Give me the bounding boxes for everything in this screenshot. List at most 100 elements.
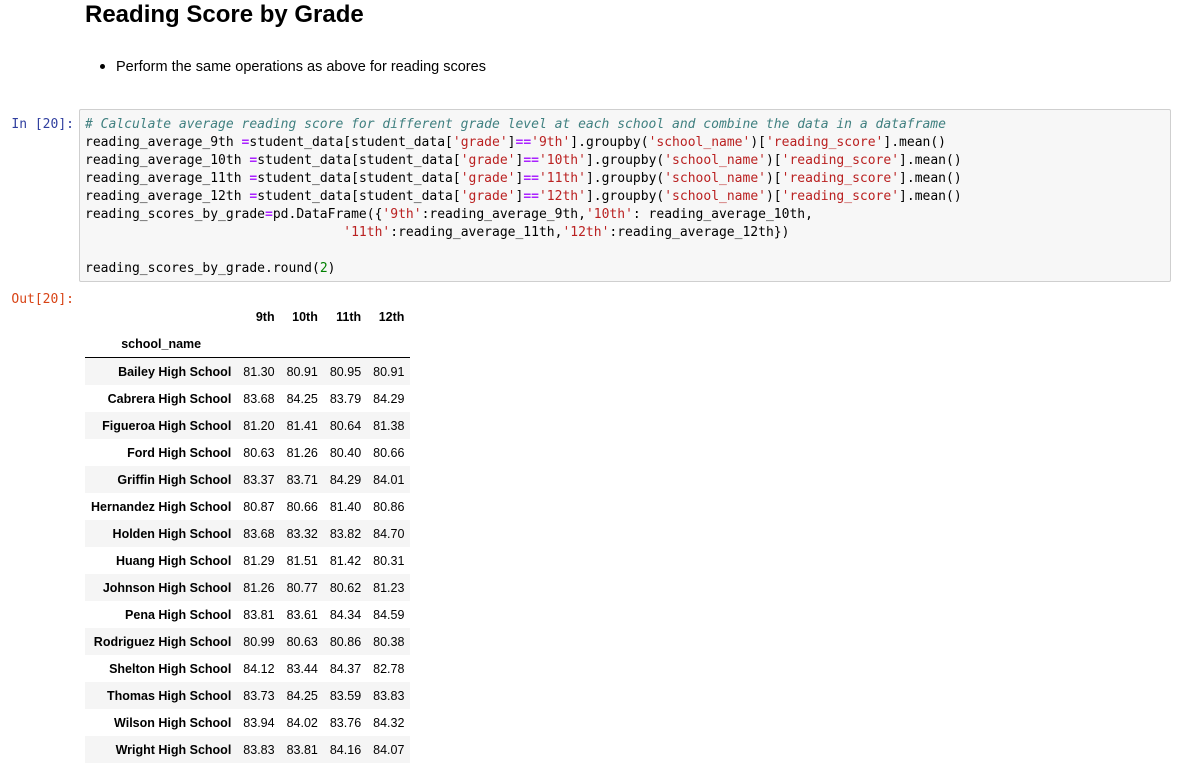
table-row: Hernandez High School 80.87 80.66 81.40 80.8… [85,493,411,520]
table-cell: 81.38 [373,418,405,433]
row-index-label: Cabrera High School [107,391,232,406]
table-cell: 83.81 [243,607,275,622]
row-index-label: Thomas High School [106,688,232,703]
code-line: # Calculate average reading score for di… [85,117,946,132]
table-cell: 81.23 [373,580,405,595]
table-cell: 84.07 [373,742,405,757]
row-index-label: Wright High School [115,742,232,757]
dataframe-output: 9th 10th 11th 12th school_name Bailey High … [85,303,411,763]
table-cell: 83.83 [373,688,405,703]
table-cell: 80.86 [329,634,362,649]
row-index-label: Ford High School [127,445,232,460]
row-index-label: Johnson High School [102,580,232,595]
code-line: reading_average_12th =student_data[stude… [85,189,962,204]
corner-header-cell [85,303,237,330]
table-row: Bailey High School 81.30 80.91 80.95 80.91 [85,357,411,385]
index-header-row: school_name [85,330,411,358]
table-cell: 81.29 [243,553,275,568]
table-cell: 81.42 [329,553,362,568]
table-cell: 80.91 [286,364,318,379]
column-header: 10th [292,309,318,324]
table-cell: 81.20 [243,418,275,433]
column-header-row: 9th 10th 11th 12th [85,303,410,330]
index-header-blank-cell [237,330,281,358]
index-header-blank-cell [280,330,324,358]
table-cell: 81.26 [286,445,318,460]
column-header: 11th [336,309,362,324]
table-cell: 80.38 [373,634,405,649]
table-cell: 80.63 [286,634,318,649]
row-index-label: Bailey High School [118,364,232,379]
markdown-bullet-item: Perform the same operations as above for… [96,56,486,78]
code-line: reading_scores_by_grade.round(2) [85,261,336,276]
table-row: Griffin High School 83.37 83.71 84.29 84.01 [85,466,411,493]
table-cell: 84.34 [329,607,362,622]
dataframe-body: Bailey High School 81.30 80.91 80.95 80.91 Ca… [85,357,411,763]
table-cell: 83.44 [286,661,318,676]
table-cell: 83.32 [286,526,318,541]
row-index-label: Holden High School [112,526,232,541]
table-cell: 84.59 [373,607,405,622]
table-cell: 83.82 [329,526,362,541]
table-cell: 80.87 [243,499,275,514]
table-cell: 81.51 [286,553,318,568]
table-cell: 83.76 [329,715,362,730]
code-line: '11th':reading_average_11th,'12th':readi… [343,225,790,240]
table-row: Pena High School 83.81 83.61 84.34 84.59 [85,601,411,628]
column-header: 9th [255,309,275,324]
table-row: Thomas High School 83.73 84.25 83.59 83.83 [85,682,411,709]
table-cell: 83.68 [243,526,275,541]
column-header: 12th [378,309,405,324]
table-cell: 81.30 [243,364,275,379]
row-index-label: Huang High School [116,553,232,568]
table-cell: 83.68 [243,391,275,406]
markdown-heading: Reading Score by Grade [85,1,364,28]
table-cell: 83.83 [243,742,275,757]
table-cell: 83.79 [329,391,362,406]
table-cell: 83.71 [286,472,318,487]
table-cell: 80.91 [373,364,405,379]
index-name-header: school_name [85,330,238,358]
table-cell: 80.99 [243,634,275,649]
table-row: Rodriguez High School 80.99 80.63 80.86 80.3… [85,628,411,655]
row-index-label: Pena High School [125,607,232,622]
table-cell: 81.26 [243,580,275,595]
code-line: reading_average_9th =student_data[studen… [85,135,947,150]
code-cell-editor[interactable]: # Calculate average reading score for di… [79,109,1171,282]
output-prompt: Out[20]: [11,292,74,307]
table-cell: 83.73 [243,688,275,703]
table-row: Shelton High School 84.12 83.44 84.37 82.78 [85,655,411,682]
table-row: Cabrera High School 83.68 84.25 83.79 84.29 [85,385,411,412]
index-header-blank-cell [367,330,411,358]
code-block[interactable]: # Calculate average reading score for di… [85,116,962,278]
table-cell: 84.25 [286,688,318,703]
table-cell: 80.66 [286,499,318,514]
code-line: reading_average_10th =student_data[stude… [85,153,962,168]
bullet-dot-icon [100,64,105,69]
table-row: Wright High School 83.83 83.81 84.16 84.07 [85,736,411,763]
row-index-label: Shelton High School [109,661,232,676]
table-cell: 80.66 [373,445,405,460]
table-row: Holden High School 83.68 83.32 83.82 84.70 [85,520,411,547]
table-cell: 83.59 [329,688,362,703]
table-cell: 80.63 [243,445,275,460]
dataframe-table: 9th 10th 11th 12th school_name Bailey High … [85,303,411,763]
table-cell: 80.31 [373,553,405,568]
table-cell: 84.70 [373,526,405,541]
input-prompt: In [20]: [11,117,74,132]
table-cell: 84.25 [286,391,318,406]
table-cell: 84.02 [286,715,318,730]
index-header-blank-cell [323,330,368,358]
markdown-bullet-list: Perform the same operations as above for… [96,56,486,78]
table-row: Ford High School 80.63 81.26 80.40 80.66 [85,439,411,466]
table-cell: 84.29 [373,391,405,406]
row-index-label: Griffin High School [117,472,232,487]
code-line: reading_scores_by_grade=pd.DataFrame({'9… [85,207,813,222]
row-index-label: Figueroa High School [102,418,232,433]
markdown-bullet-text: Perform the same operations as above for… [116,59,486,75]
table-cell: 84.37 [329,661,362,676]
table-cell: 84.12 [243,661,275,676]
table-cell: 83.37 [243,472,275,487]
table-cell: 80.64 [329,418,362,433]
table-cell: 80.77 [286,580,318,595]
